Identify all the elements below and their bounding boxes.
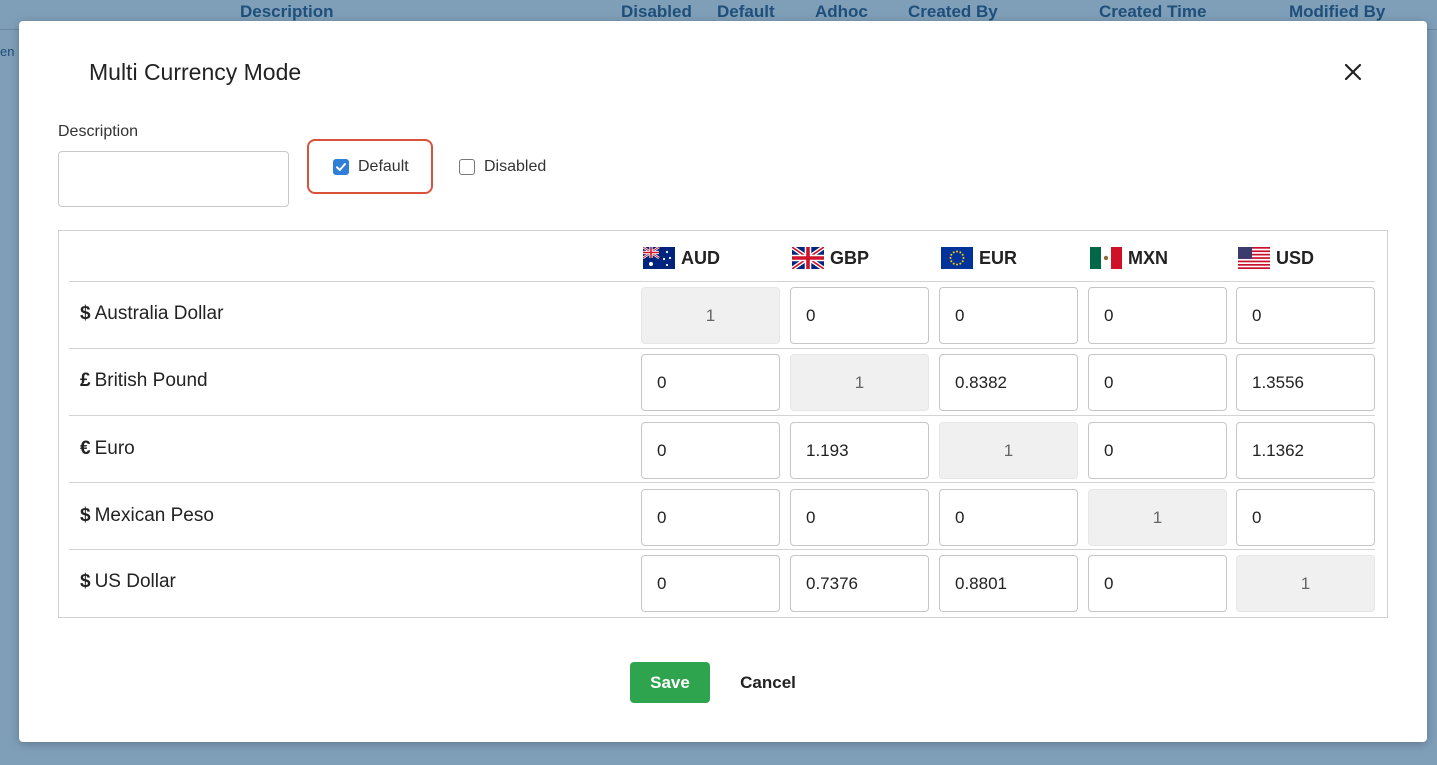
row-label-euro: € Euro xyxy=(80,438,135,460)
rate-gbp-aud[interactable] xyxy=(641,354,780,411)
rate-mxn-gbp[interactable] xyxy=(790,489,929,546)
bg-col-default: Default xyxy=(717,2,775,21)
column-header-mxn: MXN xyxy=(1090,247,1168,269)
row-divider xyxy=(69,281,1375,282)
default-checkbox-label: Default xyxy=(358,158,409,175)
cancel-button[interactable]: Cancel xyxy=(728,662,808,703)
currency-code-eur: EUR xyxy=(979,247,1018,268)
bg-col-description: Description xyxy=(240,2,334,21)
modal-title: Multi Currency Mode xyxy=(89,59,302,85)
row-label-mexican-peso: $ Mexican Peso xyxy=(80,505,214,527)
rate-eur-aud[interactable] xyxy=(641,422,780,479)
description-input[interactable] xyxy=(58,151,289,207)
currency-name: Euro xyxy=(94,438,135,459)
column-header-gbp: GBP xyxy=(792,247,869,269)
rate-mxn-mxn xyxy=(1088,489,1227,546)
rate-gbp-mxn[interactable] xyxy=(1088,354,1227,411)
rate-aud-eur[interactable] xyxy=(939,287,1078,344)
currency-symbol: £ xyxy=(80,370,91,391)
rate-mxn-aud[interactable] xyxy=(641,489,780,546)
currency-symbol: $ xyxy=(80,571,91,592)
description-label: Description xyxy=(58,123,139,140)
currency-code-gbp: GBP xyxy=(830,247,870,268)
row-divider xyxy=(69,415,1375,416)
rate-eur-eur xyxy=(939,422,1078,479)
disabled-checkbox[interactable]: Disabled xyxy=(459,158,546,176)
close-button[interactable] xyxy=(1337,56,1369,88)
currency-name: British Pound xyxy=(94,370,208,391)
bg-col-created-by: Created By xyxy=(908,2,998,21)
eu-flag-icon xyxy=(941,247,973,269)
default-checkbox[interactable]: Default xyxy=(333,158,409,176)
mexico-flag-icon xyxy=(1090,247,1122,269)
currency-symbol: € xyxy=(80,438,91,459)
currency-name: Mexican Peso xyxy=(94,505,214,526)
rate-gbp-eur[interactable] xyxy=(939,354,1078,411)
rate-aud-gbp[interactable] xyxy=(790,287,929,344)
currency-code-aud: AUD xyxy=(681,247,720,268)
column-header-eur: EUR xyxy=(941,247,1017,269)
row-divider xyxy=(69,549,1375,550)
bg-col-disabled: Disabled xyxy=(621,2,692,21)
rate-gbp-gbp xyxy=(790,354,929,411)
multi-currency-modal: Multi Currency Mode Description Default … xyxy=(19,21,1427,742)
column-header-aud: AUD xyxy=(643,247,720,269)
row-divider xyxy=(69,482,1375,483)
rate-usd-eur[interactable] xyxy=(939,555,1078,612)
currency-symbol: $ xyxy=(80,505,91,526)
rate-mxn-eur[interactable] xyxy=(939,489,1078,546)
checkbox-unchecked-icon xyxy=(459,159,475,175)
checkbox-checked-icon xyxy=(333,159,349,175)
australia-flag-icon xyxy=(643,247,675,269)
currency-name: Australia Dollar xyxy=(94,303,224,324)
row-label-australia-dollar: $ Australia Dollar xyxy=(80,303,223,325)
rate-usd-aud[interactable] xyxy=(641,555,780,612)
disabled-checkbox-label: Disabled xyxy=(484,158,547,175)
column-header-usd: USD xyxy=(1238,247,1314,269)
bg-col-adhoc: Adhoc xyxy=(815,2,868,21)
usa-flag-icon xyxy=(1238,247,1270,269)
currency-name: US Dollar xyxy=(94,571,176,592)
rate-eur-gbp[interactable] xyxy=(790,422,929,479)
rate-aud-mxn[interactable] xyxy=(1088,287,1227,344)
rate-eur-mxn[interactable] xyxy=(1088,422,1227,479)
currency-code-usd: USD xyxy=(1276,247,1315,268)
rate-usd-usd xyxy=(1236,555,1375,612)
row-divider xyxy=(69,348,1375,349)
rate-gbp-usd[interactable] xyxy=(1236,354,1375,411)
rate-eur-usd[interactable] xyxy=(1236,422,1375,479)
save-button[interactable]: Save xyxy=(630,662,710,703)
rate-usd-mxn[interactable] xyxy=(1088,555,1227,612)
bg-col-modified-by: Modified By xyxy=(1289,2,1386,21)
rate-aud-aud xyxy=(641,287,780,344)
rate-mxn-usd[interactable] xyxy=(1236,489,1375,546)
rate-usd-gbp[interactable] xyxy=(790,555,929,612)
currency-code-mxn: MXN xyxy=(1128,247,1168,268)
bg-col-created-time: Created Time xyxy=(1099,2,1207,21)
rate-aud-usd[interactable] xyxy=(1236,287,1375,344)
currency-symbol: $ xyxy=(80,303,91,324)
row-label-us-dollar: $ US Dollar xyxy=(80,571,176,593)
row-label-british-pound: £ British Pound xyxy=(80,370,208,392)
uk-flag-icon xyxy=(792,247,824,269)
bg-row-stub: en xyxy=(0,44,15,59)
close-icon xyxy=(1344,63,1362,81)
